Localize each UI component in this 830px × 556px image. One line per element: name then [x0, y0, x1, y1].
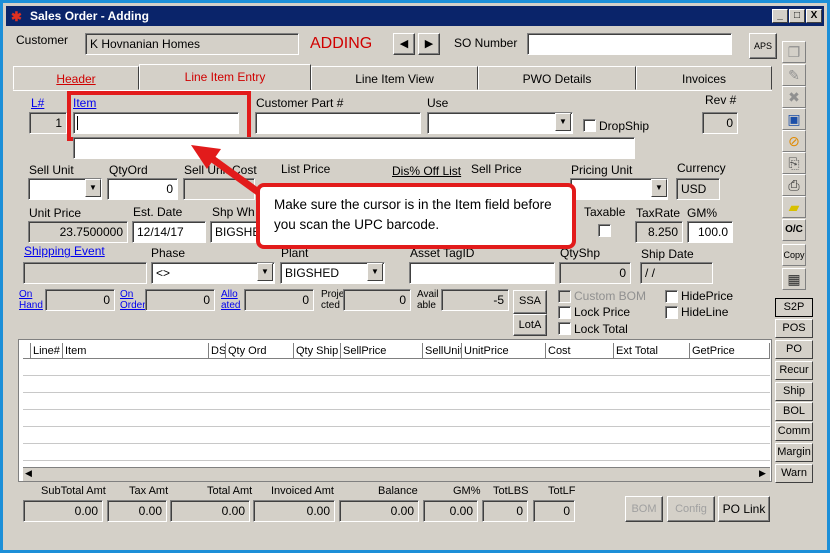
- callout-text: Make sure the cursor is in the Item fiel…: [274, 197, 552, 232]
- annotation-arrow: [191, 145, 268, 200]
- sales-order-window: ✱ Sales Order - Adding _ □ X Customer K …: [0, 0, 830, 553]
- instruction-callout: Make sure the cursor is in the Item fiel…: [256, 183, 576, 249]
